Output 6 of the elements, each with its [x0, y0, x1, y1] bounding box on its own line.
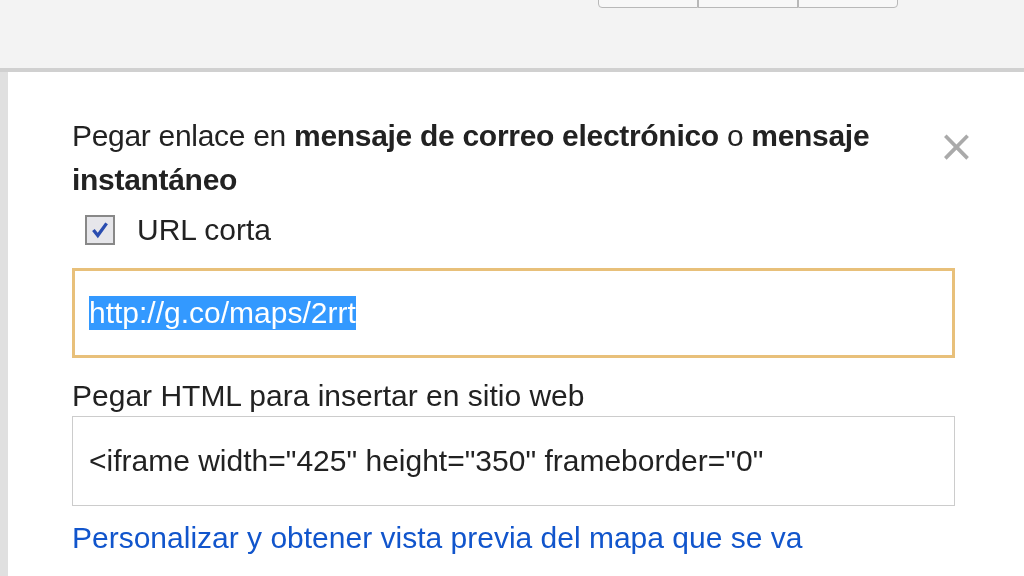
- dialog-heading: Pegar enlace en mensaje de correo electrónico o mensaje instantáneo: [72, 118, 871, 198]
- short-url-checkbox[interactable]: [85, 215, 115, 245]
- short-url-label: URL corta: [137, 213, 271, 247]
- customize-map-link[interactable]: Personalizar y obtener vista previa del mapa que se va: [72, 520, 1024, 556]
- embed-code-field[interactable]: <iframe width="425" height="350" frameborder="0": [72, 416, 955, 506]
- embed-label: Pegar HTML para insertar en sitio web: [72, 378, 586, 414]
